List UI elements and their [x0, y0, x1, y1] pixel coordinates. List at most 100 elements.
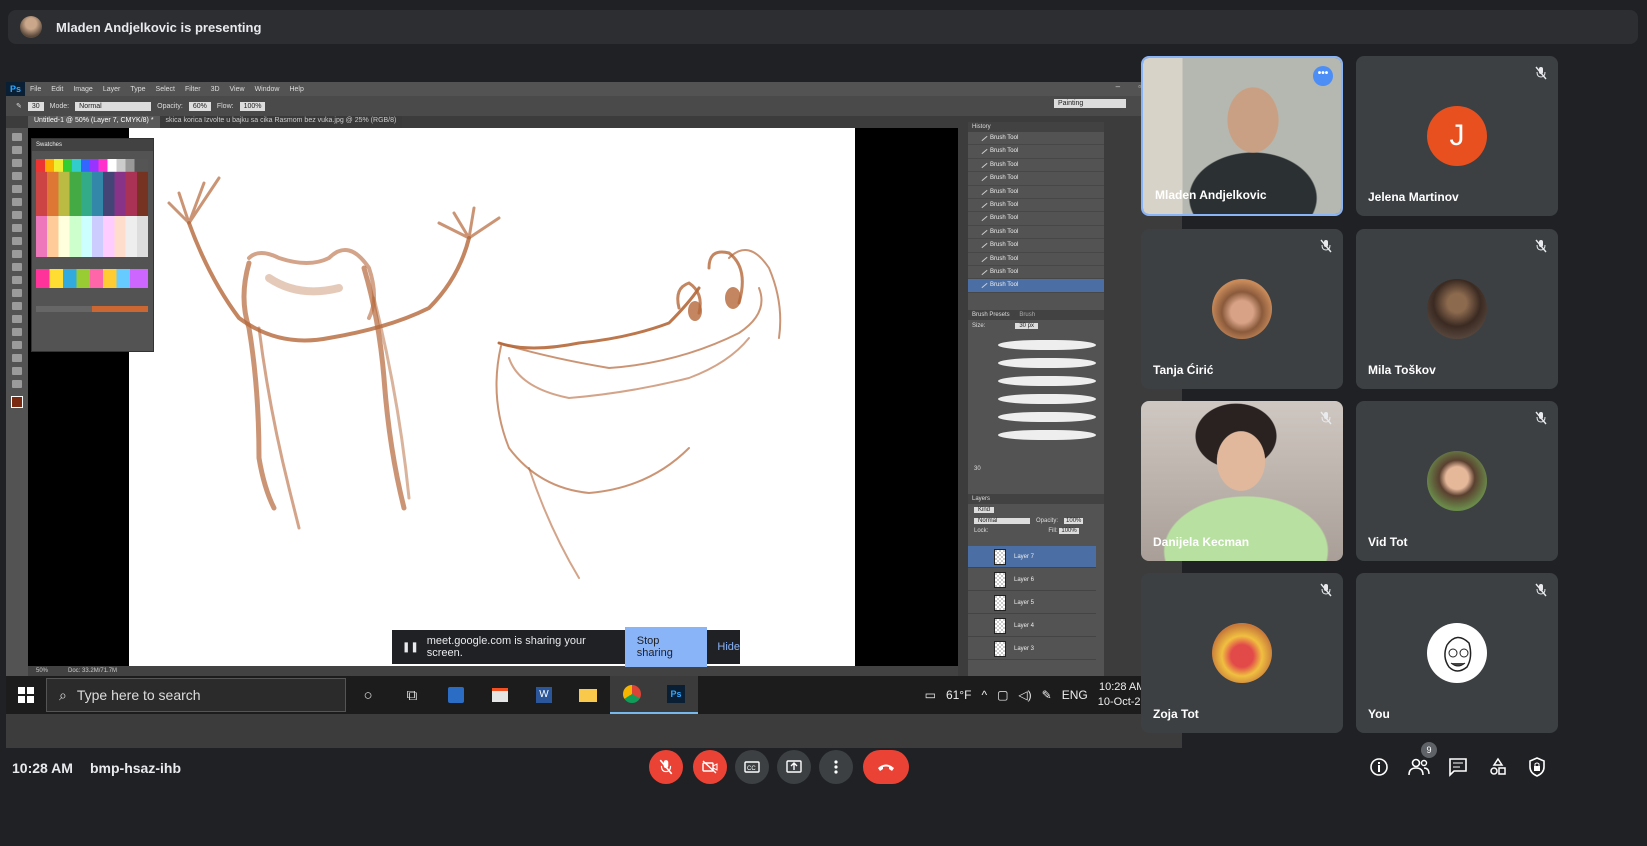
history-item[interactable]: Brush Tool	[968, 172, 1104, 186]
brush-size-field[interactable]: 30	[27, 101, 44, 111]
file-explorer-icon[interactable]	[566, 676, 610, 714]
taskbar-search-input[interactable]: ⌕ Type here to search	[46, 678, 346, 712]
layer-row[interactable]: Layer 6	[968, 569, 1096, 591]
pen-tool-icon[interactable]	[12, 315, 22, 323]
history-item[interactable]: Brush Tool	[968, 226, 1104, 240]
photoshop-icon[interactable]: Ps	[654, 676, 698, 714]
people-button[interactable]	[1408, 756, 1430, 778]
store-icon[interactable]	[478, 676, 522, 714]
ps-menu-edit[interactable]: Edit	[46, 86, 68, 93]
mic-toggle-button[interactable]	[649, 750, 683, 784]
history-item-selected[interactable]: Brush Tool	[968, 279, 1104, 293]
language-indicator[interactable]: ENG	[1062, 688, 1088, 702]
layer-row[interactable]: Layer 3	[968, 638, 1096, 660]
brush-stroke-preview[interactable]	[998, 376, 1096, 386]
history-item[interactable]: Brush Tool	[968, 145, 1104, 159]
history-item[interactable]: Brush Tool	[968, 239, 1104, 253]
clone-tool-icon[interactable]	[12, 237, 22, 245]
hand-tool-icon[interactable]	[12, 367, 22, 375]
mode-select[interactable]: Normal	[75, 101, 152, 111]
drawing-canvas[interactable]	[129, 128, 855, 666]
layers-opacity-field[interactable]: 100%	[1064, 518, 1084, 524]
brush-tab[interactable]: Brush	[1019, 312, 1035, 318]
brush-stroke-preview[interactable]	[998, 394, 1096, 404]
participant-tile-jelena[interactable]: J Jelena Martinov	[1356, 56, 1558, 216]
host-controls-button[interactable]	[1526, 756, 1548, 778]
shape-tool-icon[interactable]	[12, 354, 22, 362]
layers-kind-select[interactable]: Kind	[974, 507, 995, 513]
dodge-tool-icon[interactable]	[12, 302, 22, 310]
eraser-tool-icon[interactable]	[12, 263, 22, 271]
chrome-icon[interactable]	[610, 676, 654, 714]
pen-icon[interactable]: ✎	[1042, 688, 1052, 702]
layer-row[interactable]: Layer 5	[968, 592, 1096, 614]
brush-tool-icon[interactable]: ✎	[16, 102, 22, 110]
doc-tab-untitled[interactable]: Untitled-1 @ 50% (Layer 7, CMYK/8) *	[28, 116, 160, 128]
blur-tool-icon[interactable]	[12, 289, 22, 297]
participant-tile-mladen[interactable]: ••• Mladen Andjelkovic	[1141, 56, 1343, 216]
history-item[interactable]: Brush Tool	[968, 266, 1104, 280]
layer-row-selected[interactable]: Layer 7	[968, 546, 1096, 568]
swatch-grid[interactable]	[36, 159, 148, 319]
doc-tab-skica[interactable]: skica korica Izvolte u bajku sa cika Ras…	[159, 116, 403, 128]
marquee-tool-icon[interactable]	[12, 146, 22, 154]
hide-notice-button[interactable]: Hide	[717, 641, 740, 653]
history-item[interactable]: Brush Tool	[968, 186, 1104, 199]
chevron-up-icon[interactable]: ^	[981, 688, 987, 702]
activities-button[interactable]	[1487, 756, 1509, 778]
network-icon[interactable]: ▢	[997, 688, 1008, 702]
temperature[interactable]: 61°F	[946, 688, 971, 702]
history-item[interactable]: Brush Tool	[968, 159, 1104, 173]
captions-button[interactable]: CC	[735, 750, 769, 784]
eyedropper-tool-icon[interactable]	[12, 198, 22, 206]
history-item[interactable]: Brush Tool	[968, 212, 1104, 226]
history-brush-tool-icon[interactable]	[12, 250, 22, 258]
windows-start-icon[interactable]	[6, 676, 46, 714]
layers-blend-select[interactable]: Normal	[974, 518, 1030, 524]
type-tool-icon[interactable]	[12, 328, 22, 336]
participant-tile-mila[interactable]: Mila Toškov	[1356, 229, 1558, 389]
brush-tool-icon[interactable]	[12, 224, 22, 232]
task-view-icon[interactable]: ⧉	[390, 676, 434, 714]
ps-menu-window[interactable]: Window	[250, 86, 285, 93]
camera-toggle-button[interactable]	[693, 750, 727, 784]
cortana-icon[interactable]: ○	[346, 676, 390, 714]
ps-menu-type[interactable]: Type	[125, 86, 150, 93]
ps-menu-select[interactable]: Select	[151, 86, 180, 93]
meeting-details-button[interactable]	[1368, 756, 1390, 778]
move-tool-icon[interactable]	[12, 133, 22, 141]
participant-tile-you[interactable]: You	[1356, 573, 1558, 733]
flow-field[interactable]: 100%	[239, 101, 266, 111]
brush-stroke-preview[interactable]	[998, 430, 1096, 440]
participant-tile-danijela[interactable]: Danijela Kecman	[1141, 401, 1343, 561]
path-select-tool-icon[interactable]	[12, 341, 22, 349]
volume-icon[interactable]: ◁)	[1018, 688, 1031, 702]
history-item[interactable]: Brush Tool	[968, 253, 1104, 266]
crop-tool-icon[interactable]	[12, 185, 22, 193]
quick-select-tool-icon[interactable]	[12, 172, 22, 180]
foreground-color-swatch[interactable]	[11, 396, 23, 408]
participant-tile-vid[interactable]: Vid Tot	[1356, 401, 1558, 561]
brush-stroke-preview[interactable]	[998, 412, 1096, 422]
ps-menu-image[interactable]: Image	[68, 86, 97, 93]
fill-field[interactable]: 100%	[1059, 528, 1079, 534]
gradient-tool-icon[interactable]	[12, 276, 22, 284]
more-options-icon[interactable]: •••	[1313, 66, 1333, 86]
brush-stroke-preview[interactable]	[998, 358, 1096, 368]
ps-menu-filter[interactable]: Filter	[180, 86, 206, 93]
ps-menu-view[interactable]: View	[225, 86, 250, 93]
save-icon[interactable]	[434, 676, 478, 714]
participant-tile-tanja[interactable]: Tanja Ćirić	[1141, 229, 1343, 389]
ps-menu-help[interactable]: Help	[284, 86, 308, 93]
meeting-code[interactable]: bmp-hsaz-ihb	[90, 760, 181, 776]
status-zoom[interactable]: 50%	[36, 668, 48, 674]
healing-tool-icon[interactable]	[12, 211, 22, 219]
history-item[interactable]: Brush Tool	[968, 199, 1104, 213]
ps-menu-3d[interactable]: 3D	[206, 86, 225, 93]
brush-stroke-preview[interactable]	[998, 340, 1096, 350]
ps-menu-file[interactable]: File	[25, 86, 46, 93]
ps-menu-layer[interactable]: Layer	[98, 86, 126, 93]
size-field[interactable]: 30 px	[1015, 323, 1039, 329]
brush-presets-title[interactable]: Brush Presets	[972, 312, 1010, 318]
chat-button[interactable]	[1447, 756, 1469, 778]
